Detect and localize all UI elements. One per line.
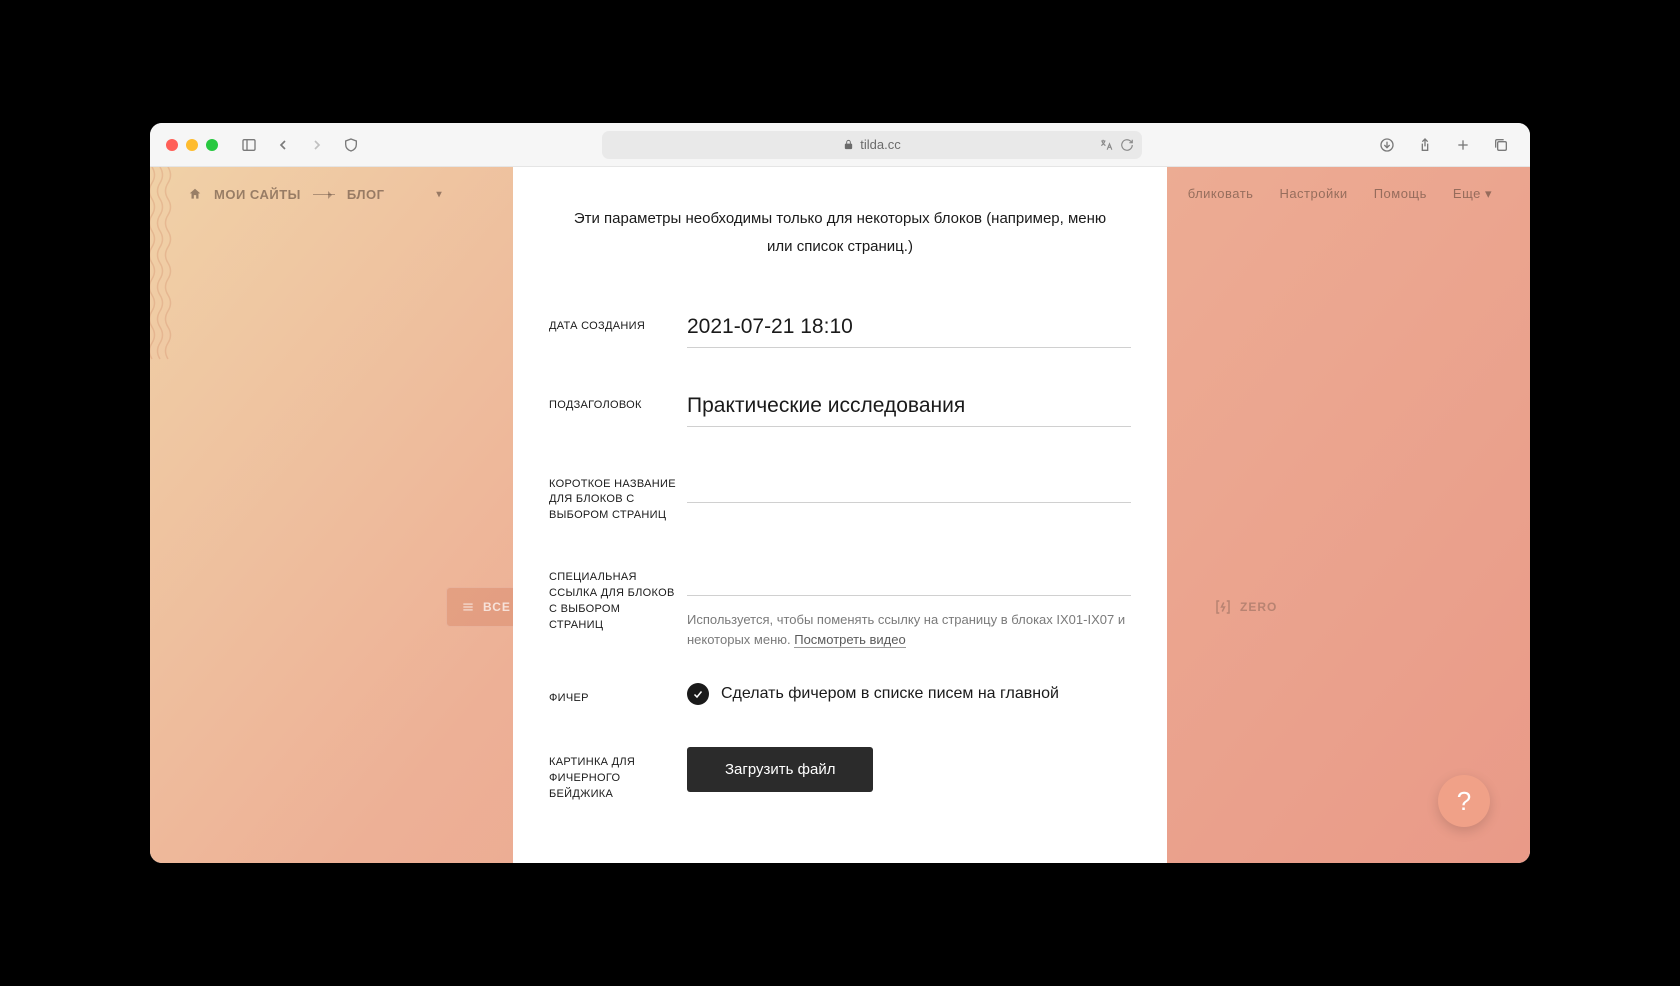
home-icon[interactable]: [188, 187, 202, 201]
row-shortname: КОРОТКОЕ НАЗВАНИЕ ДЛЯ БЛОКОВ С ВЫБОРОМ С…: [513, 469, 1167, 525]
downloads-icon[interactable]: [1374, 132, 1400, 158]
nav-help[interactable]: Помощь: [1374, 186, 1427, 202]
date-input[interactable]: [687, 311, 1131, 348]
label-shortname: КОРОТКОЕ НАЗВАНИЕ ДЛЯ БЛОКОВ С ВЫБОРОМ С…: [549, 469, 677, 525]
nav-publish[interactable]: бликовать: [1188, 186, 1254, 202]
breadcrumb-separator-icon: [313, 194, 335, 195]
app-viewport: МОИ САЙТЫ БЛОГ ▾ бликовать Настройки Пом…: [150, 167, 1530, 863]
share-icon[interactable]: [1412, 132, 1438, 158]
new-tab-icon[interactable]: [1450, 132, 1476, 158]
subtitle-input[interactable]: [687, 390, 1131, 427]
address-bar[interactable]: tilda.cc: [602, 131, 1142, 159]
speclink-input[interactable]: [687, 562, 1131, 596]
row-date: ДАТА СОЗДАНИЯ: [513, 311, 1167, 348]
browser-toolbar: tilda.cc: [150, 123, 1530, 167]
nav-settings[interactable]: Настройки: [1279, 186, 1347, 202]
nav-more[interactable]: Еще ▾: [1453, 186, 1492, 202]
shortname-input[interactable]: [687, 469, 1131, 503]
page-settings-modal: Эти параметры необходимы только для неко…: [513, 167, 1167, 863]
translate-icon[interactable]: [1098, 138, 1114, 152]
speclink-hint: Используется, чтобы поменять ссылку на с…: [687, 610, 1131, 649]
browser-window: tilda.cc: [150, 123, 1530, 863]
label-badgeimg: КАРТИНКА ДЛЯ ФИЧЕРНОГО БЕЙДЖИКА: [549, 747, 677, 803]
upload-file-button[interactable]: Загрузить файл: [687, 747, 873, 792]
feature-checkbox-label: Сделать фичером в списке писем на главно…: [721, 685, 1059, 703]
window-controls: [166, 139, 218, 151]
reload-icon[interactable]: [1120, 138, 1134, 152]
label-speclink: СПЕЦИАЛЬНАЯ ССЫЛКА ДЛЯ БЛОКОВ С ВЫБОРОМ …: [549, 562, 677, 634]
sidebar-toggle-icon[interactable]: [236, 132, 262, 158]
list-icon: [461, 600, 475, 614]
feature-checkbox[interactable]: [687, 683, 709, 705]
row-badgeimg: КАРТИНКА ДЛЯ ФИЧЕРНОГО БЕЙДЖИКА Загрузит…: [513, 747, 1167, 803]
label-feature: ФИЧЕР: [549, 683, 677, 707]
chevron-down-icon[interactable]: ▾: [437, 189, 443, 200]
zero-block-button[interactable]: ZERO: [1202, 587, 1289, 627]
row-feature: ФИЧЕР Сделать фичером в списке писем на …: [513, 683, 1167, 707]
nav-forward-icon[interactable]: [304, 132, 330, 158]
lock-icon: [843, 139, 854, 150]
checkmark-icon: [692, 688, 704, 700]
address-url: tilda.cc: [860, 137, 900, 152]
tabs-overview-icon[interactable]: [1488, 132, 1514, 158]
window-minimize-icon[interactable]: [186, 139, 198, 151]
breadcrumb-project[interactable]: БЛОГ: [347, 187, 385, 202]
window-zoom-icon[interactable]: [206, 139, 218, 151]
label-subtitle: ПОДЗАГОЛОВОК: [549, 390, 677, 414]
help-bubble-button[interactable]: ?: [1438, 775, 1490, 827]
window-close-icon[interactable]: [166, 139, 178, 151]
row-speclink: СПЕЦИАЛЬНАЯ ССЫЛКА ДЛЯ БЛОКОВ С ВЫБОРОМ …: [513, 562, 1167, 649]
breadcrumb-home[interactable]: МОИ САЙТЫ: [214, 187, 301, 202]
nav-back-icon[interactable]: [270, 132, 296, 158]
modal-intro-text: Эти параметры необходимы только для неко…: [513, 205, 1167, 261]
privacy-shield-icon[interactable]: [338, 132, 364, 158]
watch-video-link[interactable]: Посмотреть видео: [794, 632, 906, 648]
address-right-icons: [1098, 138, 1134, 152]
bolt-bracket-icon: [1214, 598, 1232, 616]
label-date: ДАТА СОЗДАНИЯ: [549, 311, 677, 335]
row-subtitle: ПОДЗАГОЛОВОК: [513, 390, 1167, 427]
